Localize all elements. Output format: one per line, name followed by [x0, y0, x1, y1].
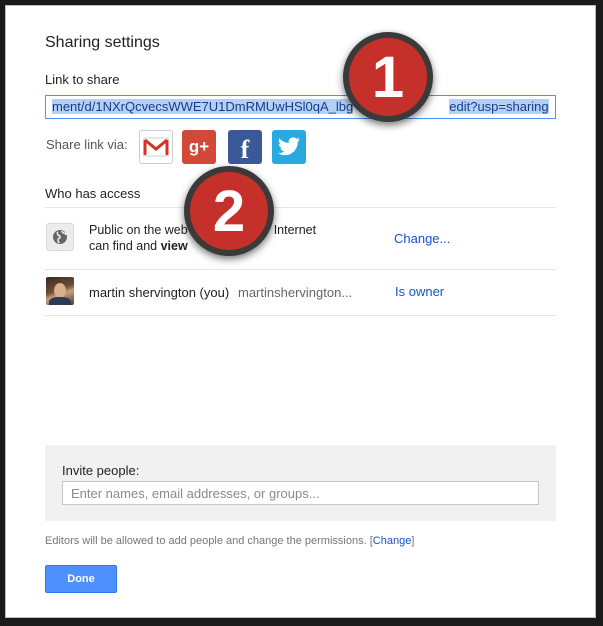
avatar-face	[54, 283, 66, 298]
avatar	[46, 277, 74, 305]
invite-people-panel: Invite people:	[45, 445, 556, 521]
divider	[45, 207, 556, 208]
owner-role-link[interactable]: Is owner	[395, 284, 444, 299]
public-line2-b: view	[160, 239, 188, 253]
owner-email: martinshervington...	[238, 285, 353, 300]
share-link-text: ment/d/1NXrQcvecsWWE7U1DmRMUwHSl0qA_lbg	[52, 99, 354, 114]
facebook-glyph: f	[240, 135, 250, 164]
public-line1-b: Internet	[273, 223, 317, 237]
google-plus-glyph: g+	[188, 137, 210, 156]
bracket-close: ]	[411, 535, 415, 547]
annotation-badge-2: 2	[184, 166, 274, 256]
avatar-body	[49, 297, 71, 305]
owner-name: martin shervington (you)	[89, 285, 230, 300]
who-has-access-label: Who has access	[45, 186, 141, 201]
editors-note: Editors will be allowed to add people an…	[45, 535, 414, 547]
divider	[45, 269, 556, 270]
share-link-text-tail: edit?usp=sharing	[449, 99, 549, 114]
link-to-share-label: Link to share	[45, 72, 120, 87]
share-via-label: Share link via:	[46, 137, 128, 152]
dialog-title: Sharing settings	[45, 34, 160, 51]
editors-note-text: Editors will be allowed to add people an…	[45, 535, 367, 547]
gmail-icon[interactable]	[139, 130, 173, 164]
share-link-field[interactable]: ment/d/1NXrQcvecsWWE7U1DmRMUwHSl0qA_lbg e…	[45, 95, 556, 119]
change-visibility-link[interactable]: Change...	[394, 231, 450, 246]
twitter-icon[interactable]	[272, 130, 306, 164]
done-button[interactable]: Done	[45, 565, 117, 593]
invite-people-label: Invite people:	[62, 463, 140, 478]
globe-icon	[46, 223, 74, 251]
change-permissions-link[interactable]: Change	[373, 535, 412, 547]
annotation-badge-1: 1	[343, 32, 433, 122]
divider	[45, 315, 556, 316]
facebook-icon[interactable]: f	[228, 130, 262, 164]
google-plus-icon[interactable]: g+	[182, 130, 216, 164]
public-line1-a: Public on the web	[89, 223, 188, 237]
invite-people-input[interactable]	[62, 481, 539, 505]
public-line2-a: can find and	[89, 239, 158, 253]
sharing-settings-dialog: Sharing settings Link to share ment/d/1N…	[5, 5, 596, 618]
